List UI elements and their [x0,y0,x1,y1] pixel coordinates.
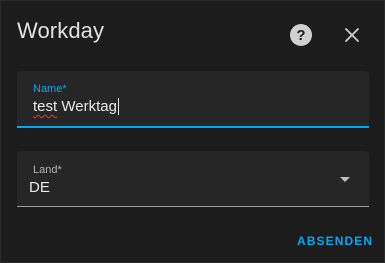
dialog-title: Workday [17,18,105,43]
submit-button[interactable]: ABSENDEN [291,231,379,251]
name-input-value-misspelled: test [33,98,58,115]
name-input-value-rest: Werktag [57,98,117,115]
dropdown-arrow-icon[interactable] [340,177,350,182]
name-field[interactable]: Name* test Werktag [17,71,369,128]
land-select-value: DE [29,179,50,196]
name-field-label: Name* [33,83,67,95]
land-select[interactable]: Land* DE [17,151,369,207]
workday-dialog: Workday ? Name* test Werktag Land* DE AB… [0,0,385,263]
help-button[interactable]: ? [290,24,312,46]
close-button[interactable] [343,26,361,44]
close-icon [345,28,359,42]
help-circle-icon: ? [296,26,306,44]
land-select-label: Land* [33,164,62,176]
text-caret [117,98,119,115]
name-input[interactable]: test Werktag [33,98,119,115]
